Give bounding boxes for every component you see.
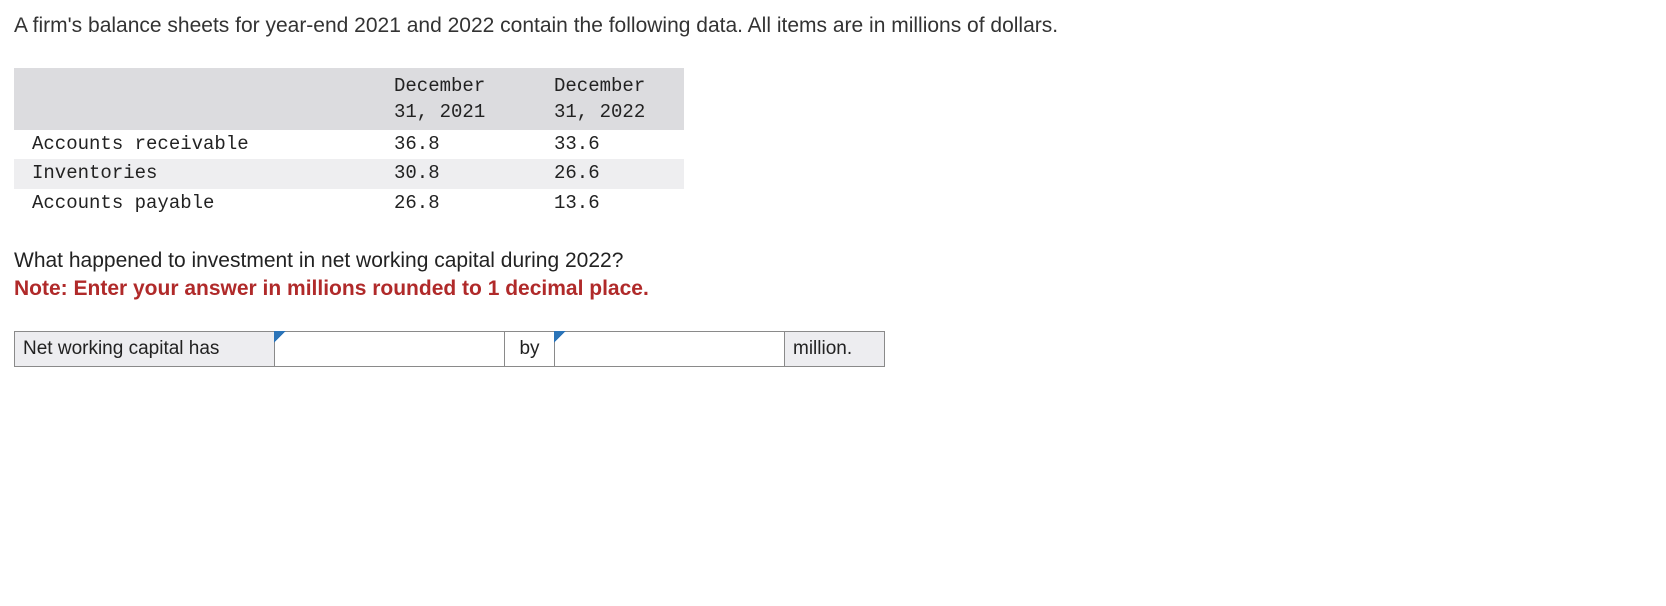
header-2021-line1: December	[394, 75, 485, 97]
header-col-2022: December 31, 2022	[524, 68, 684, 129]
table-row: Inventories 30.8 26.6	[14, 159, 684, 189]
answer-prefix: Net working capital has	[15, 332, 275, 367]
table-header-row: December 31, 2021 December 31, 2022	[14, 68, 684, 129]
direction-value	[275, 332, 504, 366]
table-row: Accounts receivable 36.8 33.6	[14, 130, 684, 160]
row-val-2022: 13.6	[524, 189, 684, 219]
row-val-2022: 33.6	[524, 130, 684, 160]
balance-sheet-table: December 31, 2021 December 31, 2022 Acco…	[14, 68, 684, 218]
intro-text: A firm's balance sheets for year-end 202…	[14, 12, 1652, 40]
row-val-2021: 30.8	[364, 159, 524, 189]
dropdown-indicator-icon	[274, 331, 286, 343]
answer-unit: million.	[785, 332, 885, 367]
answer-row: Net working capital has by million.	[14, 331, 885, 367]
amount-input[interactable]	[555, 332, 785, 367]
row-label: Accounts receivable	[14, 130, 364, 160]
question-text: What happened to investment in net worki…	[14, 247, 1652, 275]
row-val-2021: 26.8	[364, 189, 524, 219]
direction-dropdown[interactable]	[275, 332, 505, 367]
header-col-2021: December 31, 2021	[364, 68, 524, 129]
note-text: Note: Enter your answer in millions roun…	[14, 275, 1652, 303]
row-label: Accounts payable	[14, 189, 364, 219]
answer-middle: by	[505, 332, 555, 367]
amount-value	[555, 332, 784, 366]
dropdown-indicator-icon	[554, 331, 566, 343]
header-2022-line2: 31, 2022	[554, 101, 645, 123]
table-row: Accounts payable 26.8 13.6	[14, 189, 684, 219]
header-2021-line2: 31, 2021	[394, 101, 485, 123]
row-label: Inventories	[14, 159, 364, 189]
row-val-2021: 36.8	[364, 130, 524, 160]
header-2022-line1: December	[554, 75, 645, 97]
header-empty	[14, 68, 364, 129]
row-val-2022: 26.6	[524, 159, 684, 189]
